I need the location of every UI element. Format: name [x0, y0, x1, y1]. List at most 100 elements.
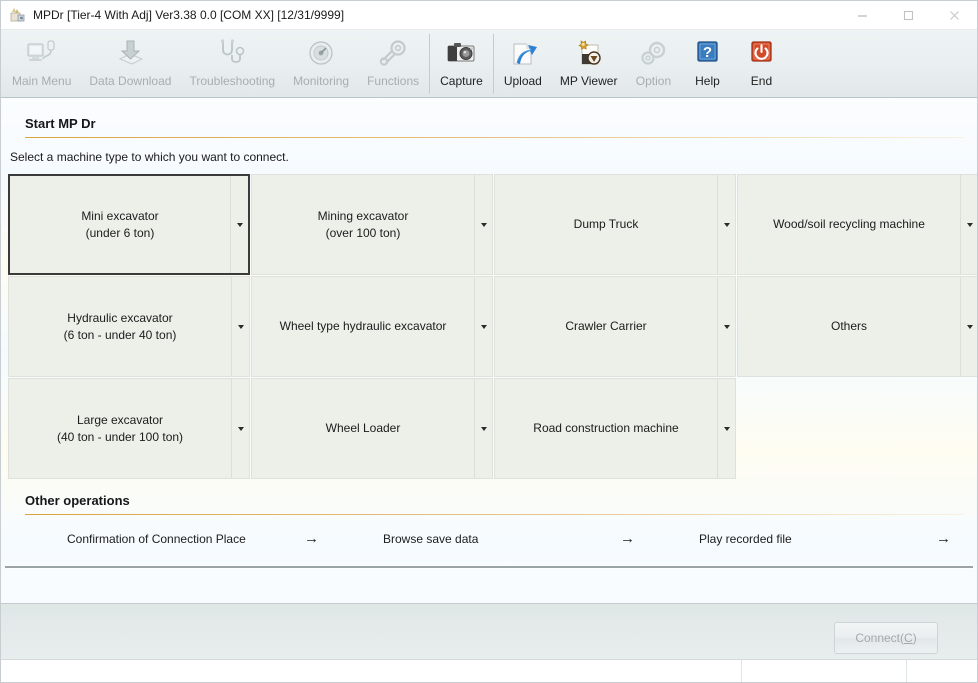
machine-type-label[interactable]: Hydraulic excavator(6 ton - under 40 ton…: [9, 277, 232, 376]
svg-text:?: ?: [703, 44, 712, 61]
machine-type-label[interactable]: Road construction machine: [495, 379, 718, 478]
download-arrow-icon: [112, 36, 148, 70]
toolbar-label-capture: Capture: [440, 74, 483, 88]
machine-type-dropdown-toggle[interactable]: [232, 379, 249, 478]
window-controls: [839, 1, 977, 29]
other-operation-play-recorded-file[interactable]: Play recorded file →: [647, 525, 963, 552]
machine-type-line1: Dump Truck: [574, 216, 639, 233]
machine-type-button-wheel-type-hydraulic-excavator[interactable]: Wheel type hydraulic excavator: [251, 276, 493, 377]
machine-type-label[interactable]: Mining excavator(over 100 ton): [252, 175, 475, 274]
toolbar-button-troubleshooting[interactable]: Troubleshooting: [180, 30, 284, 97]
app-icon: [10, 7, 26, 23]
machine-type-line1: Wood/soil recycling machine: [773, 216, 925, 233]
machine-type-cell-empty: [737, 378, 977, 479]
toolbar-label-main-menu: Main Menu: [12, 74, 71, 88]
toolbar-separator: [429, 34, 430, 94]
machine-type-dropdown-toggle[interactable]: [475, 175, 492, 274]
machine-type-label[interactable]: Mini excavator(under 6 ton): [10, 176, 231, 273]
machine-type-label[interactable]: Wheel Loader: [252, 379, 475, 478]
gears-wrench-icon: [375, 36, 411, 70]
machine-type-button-large-excavator[interactable]: Large excavator(40 ton - under 100 ton): [8, 378, 250, 479]
arrow-right-icon: →: [936, 531, 951, 546]
machine-type-cell: Mining excavator(over 100 ton): [251, 174, 493, 275]
machine-type-dropdown-toggle[interactable]: [961, 175, 977, 274]
upload-arrow-icon: [505, 36, 541, 70]
maximize-button[interactable]: [885, 1, 931, 29]
toolbar-button-mp-viewer[interactable]: MP Viewer: [551, 30, 627, 97]
toolbar-button-upload[interactable]: Upload: [495, 30, 551, 97]
toolbar-button-capture[interactable]: Capture: [431, 30, 492, 97]
machine-type-line1: Road construction machine: [533, 420, 678, 437]
content-area: Start MP Dr Select a machine type to whi…: [1, 98, 977, 651]
toolbar-label-mp-viewer: MP Viewer: [560, 74, 618, 88]
machine-type-line1: Wheel Loader: [326, 420, 401, 437]
page-instruction: Select a machine type to which you want …: [1, 138, 977, 164]
machine-type-grid: Mini excavator(under 6 ton) Mining excav…: [8, 174, 974, 479]
toolbar-label-upload: Upload: [504, 74, 542, 88]
machine-type-cell: Mini excavator(under 6 ton): [8, 174, 250, 275]
toolbar-button-option[interactable]: Option: [626, 30, 680, 97]
machine-type-dropdown-toggle[interactable]: [718, 277, 735, 376]
machine-type-dropdown-toggle[interactable]: [475, 379, 492, 478]
machine-type-button-mining-excavator[interactable]: Mining excavator(over 100 ton): [251, 174, 493, 275]
connect-button-accelerator: C: [904, 631, 913, 645]
machine-type-line1: Large excavator: [77, 413, 163, 427]
other-operation-label: Browse save data: [383, 532, 478, 546]
toolbar-button-main-menu[interactable]: Main Menu: [3, 30, 80, 97]
machine-type-line1: Mining excavator: [318, 209, 409, 223]
machine-type-button-wheel-loader[interactable]: Wheel Loader: [251, 378, 493, 479]
toolbar-button-functions[interactable]: Functions: [358, 30, 428, 97]
machine-type-button-crawler-carrier[interactable]: Crawler Carrier: [494, 276, 736, 377]
connect-button[interactable]: Connect(C): [834, 622, 938, 654]
machine-type-dropdown-toggle[interactable]: [232, 277, 249, 376]
toolbar-label-data-download: Data Download: [89, 74, 171, 88]
close-button[interactable]: [931, 1, 977, 29]
machine-type-button-hydraulic-excavator[interactable]: Hydraulic excavator(6 ton - under 40 ton…: [8, 276, 250, 377]
minimize-button[interactable]: [839, 1, 885, 29]
title-bar: MPDr [Tier-4 With Adj] Ver3.38 0.0 [COM …: [1, 1, 977, 30]
machine-type-label[interactable]: Wood/soil recycling machine: [738, 175, 961, 274]
machine-type-label[interactable]: Wheel type hydraulic excavator: [252, 277, 475, 376]
machine-type-cell: Others: [737, 276, 977, 377]
machine-type-line1: Hydraulic excavator: [67, 311, 172, 325]
machine-type-line1: Crawler Carrier: [565, 318, 646, 335]
machine-type-dropdown-toggle[interactable]: [231, 176, 248, 273]
machine-type-dropdown-toggle[interactable]: [961, 277, 977, 376]
toolbar-button-monitoring[interactable]: Monitoring: [284, 30, 358, 97]
machine-type-label[interactable]: Dump Truck: [495, 175, 718, 274]
machine-type-button-others[interactable]: Others: [737, 276, 977, 377]
status-pane-secondary: [742, 660, 907, 682]
arrow-right-icon: →: [304, 531, 319, 546]
chevron-down-icon: [724, 427, 730, 431]
application-window: MPDr [Tier-4 With Adj] Ver3.38 0.0 [COM …: [0, 0, 978, 683]
chevron-down-icon: [237, 223, 243, 227]
machine-type-label[interactable]: Crawler Carrier: [495, 277, 718, 376]
machine-type-dropdown-toggle[interactable]: [475, 277, 492, 376]
toolbar-label-troubleshooting: Troubleshooting: [189, 74, 275, 88]
chevron-down-icon: [481, 325, 487, 329]
machine-type-cell: Dump Truck: [494, 174, 736, 275]
machine-type-label[interactable]: Others: [738, 277, 961, 376]
toolbar-button-help[interactable]: ? Help: [680, 30, 734, 97]
toolbar-label-monitoring: Monitoring: [293, 74, 349, 88]
toolbar-separator: [493, 34, 494, 94]
machine-type-button-dump-truck[interactable]: Dump Truck: [494, 174, 736, 275]
machine-type-cell: Large excavator(40 ton - under 100 ton): [8, 378, 250, 479]
question-help-icon: ?: [689, 36, 725, 70]
machine-type-dropdown-toggle[interactable]: [718, 379, 735, 478]
machine-type-label[interactable]: Large excavator(40 ton - under 100 ton): [9, 379, 232, 478]
other-operation-confirmation-of-connection-place[interactable]: Confirmation of Connection Place →: [15, 525, 331, 552]
machine-type-button-road-construction-machine[interactable]: Road construction machine: [494, 378, 736, 479]
other-operation-browse-save-data[interactable]: Browse save data →: [331, 525, 647, 552]
machine-type-dropdown-toggle[interactable]: [718, 175, 735, 274]
mp-viewer-icon: [571, 36, 607, 70]
other-operations-row: Confirmation of Connection Place → Brows…: [15, 515, 963, 552]
machine-type-button-mini-excavator[interactable]: Mini excavator(under 6 ton): [8, 174, 250, 275]
machine-type-button-wood-soil-recycling-machine[interactable]: Wood/soil recycling machine: [737, 174, 977, 275]
chevron-down-icon: [967, 325, 973, 329]
toolbar-button-data-download[interactable]: Data Download: [80, 30, 180, 97]
status-bar: [1, 659, 977, 682]
toolbar-button-end[interactable]: End: [734, 30, 788, 97]
toolbar-label-help: Help: [695, 74, 720, 88]
chevron-down-icon: [967, 223, 973, 227]
